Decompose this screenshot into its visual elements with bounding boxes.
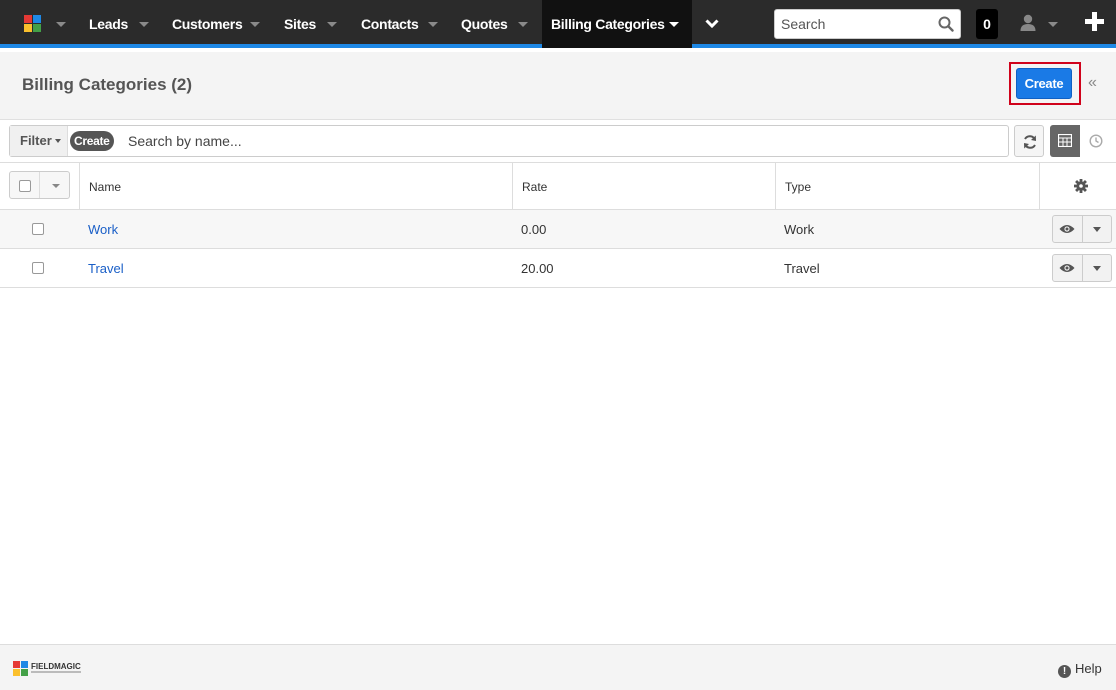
more-nav-button[interactable] bbox=[692, 0, 732, 48]
logo-menu-chevron-icon[interactable] bbox=[56, 22, 66, 27]
table-grid-icon bbox=[1058, 134, 1072, 147]
nav-item-label: Sites bbox=[284, 16, 316, 32]
chevron-down-icon[interactable] bbox=[1093, 266, 1101, 271]
nav-item-sites[interactable]: Sites bbox=[284, 0, 349, 48]
help-link[interactable]: ! Help bbox=[1058, 661, 1102, 678]
nav-item-label: Billing Categories bbox=[551, 16, 665, 32]
row-name-link[interactable]: Work bbox=[88, 222, 118, 237]
chevron-down-icon[interactable] bbox=[1093, 227, 1101, 232]
filter-label: Filter bbox=[20, 133, 52, 148]
app-logo-icon[interactable] bbox=[24, 15, 42, 33]
nav-item-label: Quotes bbox=[461, 16, 508, 32]
page-header: Billing Categories (2) Create « bbox=[0, 52, 1116, 120]
row-name-link[interactable]: Travel bbox=[88, 261, 124, 276]
user-menu[interactable] bbox=[1020, 14, 1062, 34]
nav-item-label: Leads bbox=[89, 16, 128, 32]
fieldmagic-logo: FIELDMAGIC bbox=[13, 661, 83, 677]
refresh-icon bbox=[1024, 135, 1036, 149]
column-header-name[interactable]: Name bbox=[89, 180, 121, 194]
column-header-rate[interactable]: Rate bbox=[522, 180, 547, 194]
top-nav: Leads Customers Sites Contacts Quotes Bi… bbox=[0, 0, 1116, 48]
global-search-input[interactable] bbox=[781, 15, 931, 33]
chevron-down-icon[interactable] bbox=[139, 22, 149, 27]
notification-badge[interactable]: 0 bbox=[976, 9, 998, 39]
table-row[interactable]: Travel 20.00 Travel bbox=[0, 249, 1116, 288]
divider bbox=[39, 172, 40, 198]
logo-mark-icon bbox=[13, 661, 29, 677]
gear-icon[interactable] bbox=[1074, 179, 1088, 193]
select-all-control[interactable] bbox=[9, 171, 70, 199]
row-actions bbox=[1052, 215, 1112, 243]
row-actions bbox=[1052, 254, 1112, 282]
brand-name: FIELDMAGIC bbox=[31, 662, 81, 671]
create-filter-pill[interactable]: Create bbox=[70, 131, 114, 151]
row-checkbox[interactable] bbox=[32, 223, 44, 235]
table-header: Name Rate Type bbox=[0, 163, 1116, 210]
column-divider bbox=[79, 163, 80, 210]
grid-view-button[interactable] bbox=[1050, 125, 1080, 157]
filter-dropdown-button[interactable]: Filter bbox=[10, 126, 68, 156]
chevron-down-icon[interactable] bbox=[1048, 22, 1058, 27]
row-type: Travel bbox=[784, 261, 820, 276]
eye-icon[interactable] bbox=[1059, 224, 1075, 234]
help-icon: ! bbox=[1058, 665, 1071, 678]
clock-icon bbox=[1089, 134, 1103, 148]
help-label: Help bbox=[1075, 661, 1102, 676]
nav-item-billing-categories[interactable]: Billing Categories bbox=[542, 0, 692, 48]
chevron-down-icon[interactable] bbox=[250, 22, 260, 27]
nav-item-leads[interactable]: Leads bbox=[89, 0, 159, 48]
chevron-down-icon[interactable] bbox=[518, 22, 528, 27]
row-rate: 0.00 bbox=[521, 222, 547, 237]
search-by-name-input[interactable] bbox=[128, 132, 528, 150]
search-icon[interactable] bbox=[938, 16, 954, 32]
filter-bar: Filter Create bbox=[0, 121, 1116, 163]
filter-search-box: Filter Create bbox=[9, 125, 1009, 157]
chevron-down-icon[interactable] bbox=[52, 184, 60, 188]
row-checkbox[interactable] bbox=[32, 262, 44, 274]
chevron-down-icon bbox=[705, 19, 719, 28]
global-search[interactable] bbox=[774, 9, 961, 39]
column-divider[interactable] bbox=[512, 163, 513, 210]
chevron-down-icon[interactable] bbox=[428, 22, 438, 27]
brand-tagline bbox=[31, 671, 81, 673]
select-all-checkbox[interactable] bbox=[19, 180, 31, 192]
nav-item-label: Contacts bbox=[361, 16, 419, 32]
create-button[interactable]: Create bbox=[1016, 68, 1072, 99]
chevron-down-icon bbox=[55, 139, 61, 143]
column-divider[interactable] bbox=[775, 163, 776, 210]
column-header-type[interactable]: Type bbox=[785, 180, 811, 194]
divider bbox=[1082, 255, 1083, 281]
history-view-button[interactable] bbox=[1081, 125, 1111, 157]
nav-item-customers[interactable]: Customers bbox=[172, 0, 272, 48]
chevron-down-icon[interactable] bbox=[669, 22, 679, 27]
column-divider[interactable] bbox=[1039, 163, 1040, 210]
row-type: Work bbox=[784, 222, 815, 237]
row-rate: 20.00 bbox=[521, 261, 554, 276]
collapse-panel-icon[interactable]: « bbox=[1088, 74, 1097, 92]
page-title: Billing Categories (2) bbox=[22, 75, 193, 94]
user-icon bbox=[1020, 14, 1036, 31]
divider bbox=[1082, 216, 1083, 242]
refresh-button[interactable] bbox=[1014, 125, 1044, 157]
nav-item-contacts[interactable]: Contacts bbox=[361, 0, 447, 48]
footer: FIELDMAGIC ! Help bbox=[0, 644, 1116, 690]
nav-item-quotes[interactable]: Quotes bbox=[461, 0, 541, 48]
table-row[interactable]: Work 0.00 Work bbox=[0, 210, 1116, 249]
eye-icon[interactable] bbox=[1059, 263, 1075, 273]
chevron-down-icon[interactable] bbox=[327, 22, 337, 27]
add-new-plus-icon[interactable] bbox=[1085, 12, 1105, 32]
nav-item-label: Customers bbox=[172, 16, 243, 32]
